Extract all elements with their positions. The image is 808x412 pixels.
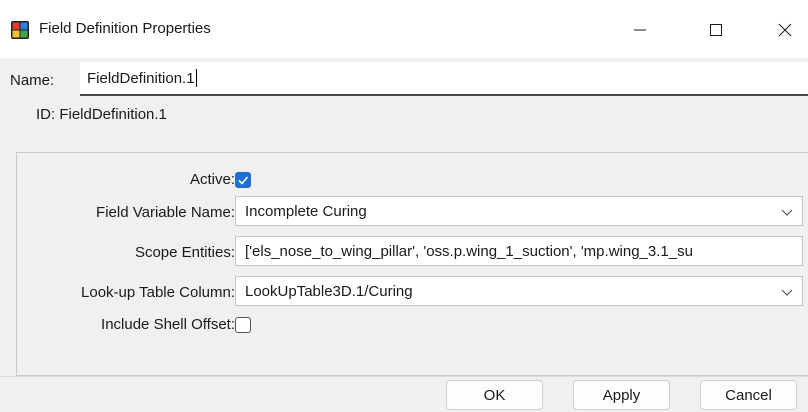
- close-button[interactable]: [762, 14, 808, 46]
- maximize-icon: [710, 24, 722, 36]
- active-checkbox[interactable]: [235, 172, 251, 188]
- app-grid-icon: [11, 21, 29, 39]
- field-variable-label: Field Variable Name:: [96, 204, 235, 221]
- apply-button[interactable]: Apply: [573, 380, 670, 410]
- name-label: Name:: [10, 72, 55, 89]
- title-bar: Field Definition Properties: [0, 0, 808, 58]
- minimize-button[interactable]: [617, 14, 663, 46]
- text-caret: [195, 69, 197, 87]
- lookup-column-label: Look-up Table Column:: [81, 284, 235, 301]
- scope-entities-label: Scope Entities:: [134, 244, 235, 261]
- field-variable-dropdown[interactable]: Incomplete Curing: [235, 196, 803, 226]
- chevron-down-icon: [781, 289, 793, 296]
- scope-entities-field[interactable]: ['els_nose_to_wing_pillar', 'oss.p.wing_…: [235, 236, 803, 266]
- cancel-button[interactable]: Cancel: [700, 380, 797, 410]
- name-input-value: FieldDefinition.1: [87, 69, 195, 87]
- scope-entities-value: ['els_nose_to_wing_pillar', 'oss.p.wing_…: [245, 242, 693, 260]
- separator: [0, 376, 808, 377]
- lookup-column-value: LookUpTable3D.1/Curing: [245, 282, 413, 300]
- properties-group: Active: Field Variable Name: Incomplete …: [16, 152, 808, 376]
- maximize-button[interactable]: [693, 14, 739, 46]
- id-text: ID: FieldDefinition.1: [36, 106, 167, 123]
- minimize-icon: [634, 29, 646, 31]
- active-label: Active:: [189, 171, 235, 188]
- check-icon: [238, 176, 249, 185]
- shell-offset-label: Include Shell Offset:: [101, 316, 235, 333]
- name-input[interactable]: FieldDefinition.1: [80, 62, 808, 96]
- shell-offset-checkbox[interactable]: [235, 317, 251, 333]
- chevron-down-icon: [781, 209, 793, 216]
- lookup-column-dropdown[interactable]: LookUpTable3D.1/Curing: [235, 276, 803, 306]
- close-icon: [778, 23, 792, 37]
- field-variable-value: Incomplete Curing: [245, 202, 367, 220]
- window-title: Field Definition Properties: [39, 20, 211, 37]
- ok-button[interactable]: OK: [446, 380, 543, 410]
